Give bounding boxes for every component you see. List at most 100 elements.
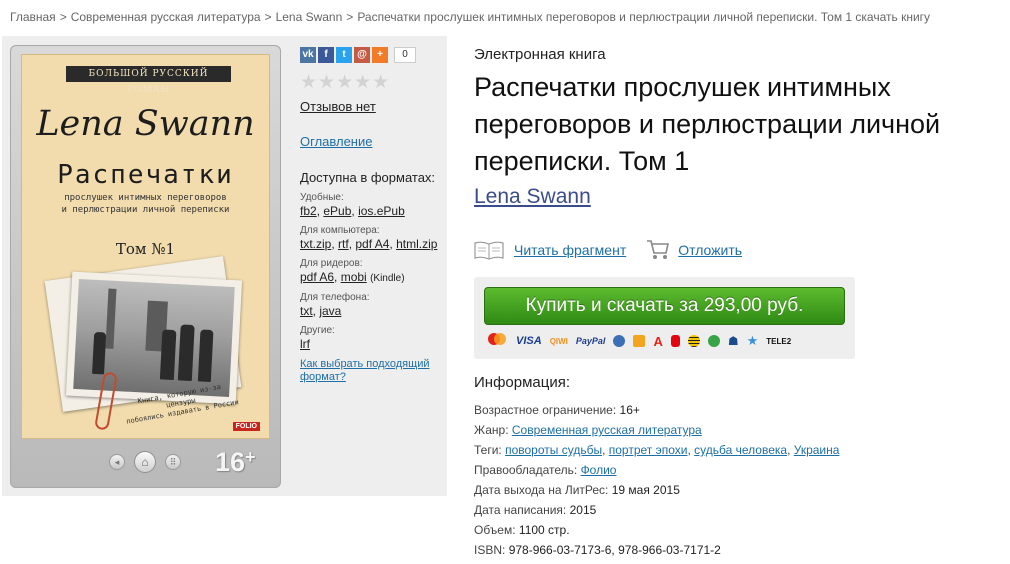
breadcrumb-current: Распечатки прослушек интимных переговоро… [357, 10, 931, 24]
format-group: Для компьютера: txt.zip, rtf, pdf A4, ht… [300, 225, 442, 252]
info-value: 16+ [619, 403, 640, 417]
format-link[interactable]: java [319, 304, 341, 318]
cover-title: Распечатки [57, 160, 234, 190]
book-actions: Читать фрагмент Отложить [474, 238, 742, 262]
book-type: Электронная книга [474, 46, 606, 63]
postpone-link[interactable]: Отложить [678, 242, 742, 258]
cover-volume: Том №1 [115, 240, 176, 258]
publisher-logo: FOLIO [232, 422, 260, 431]
info-rights: Правообладатель: Фолио [474, 460, 839, 480]
star-icon: ★ [746, 333, 759, 348]
format-group: Удобные: fb2, ePub, ios.ePub [300, 192, 442, 219]
toc-link[interactable]: Оглавление [300, 134, 372, 149]
info-volume: Объем: 1100 стр. [474, 520, 839, 540]
rights-holder-link[interactable]: Фолио [581, 463, 617, 477]
breadcrumb-genre[interactable]: Современная русская литература [71, 10, 261, 24]
mastercard-icon [486, 332, 508, 351]
format-link[interactable]: pdf A4 [355, 237, 389, 251]
format-link[interactable]: html.zip [396, 237, 437, 251]
format-link[interactable]: txt [300, 304, 313, 318]
info-label: ISBN: [474, 543, 506, 557]
sberbank-icon: ☗ [727, 334, 739, 348]
cart-icon[interactable] [646, 239, 670, 261]
read-fragment-link[interactable]: Читать фрагмент [514, 242, 626, 258]
info-genre: Жанр: Современная русская литература [474, 420, 839, 440]
breadcrumb-home[interactable]: Главная [10, 10, 56, 24]
breadcrumb-separator: > [346, 10, 354, 24]
genre-link[interactable]: Современная русская литература [512, 423, 702, 437]
tag-link[interactable]: Украина [794, 443, 840, 457]
format-link[interactable]: mobi [341, 270, 367, 284]
info-release: Дата выхода на ЛитРес: 19 мая 2015 [474, 480, 839, 500]
mts-icon [670, 335, 680, 347]
format-link[interactable]: ePub [323, 204, 351, 218]
cover-series: БОЛЬШОЙ РУССКИЙ РОМАН [66, 66, 231, 95]
info-isbn: ISBN: 978-966-03-7173-6, 978-966-03-7171… [474, 540, 839, 560]
format-link[interactable]: ios.ePub [358, 204, 405, 218]
cover-author: Lena Swann [36, 104, 255, 144]
alfa-bank-icon: A [653, 333, 663, 349]
format-group: Для телефона: txt, java [300, 292, 442, 319]
format-link[interactable]: txt.zip [300, 237, 331, 251]
photo-tower [105, 288, 117, 349]
info-value: 1100 стр. [518, 523, 570, 537]
format-group-label: Другие: [300, 325, 335, 336]
format-link[interactable]: lrf [300, 337, 310, 351]
age-rating-plus: + [245, 447, 256, 467]
megafon-icon [707, 335, 720, 347]
cover-subtitle: прослушек интимных переговоров и перлюст… [21, 192, 270, 216]
format-group: Для ридеров: pdf A6, mobi (Kindle) [300, 258, 442, 286]
book-cover[interactable]: БОЛЬШОЙ РУССКИЙ РОМАН Lena Swann Распеча… [21, 54, 270, 439]
age-rating-badge: 16+ [215, 447, 256, 478]
beeline-icon [687, 335, 700, 347]
info-written: Дата написания: 2015 [474, 500, 839, 520]
qiwi-icon: QIWI [549, 336, 568, 346]
format-link[interactable]: rtf [338, 237, 349, 251]
facebook-share-icon[interactable]: f [318, 47, 334, 63]
prev-icon[interactable]: ◂ [109, 454, 125, 470]
open-book-icon[interactable] [474, 240, 504, 260]
format-note: (Kindle) [370, 273, 405, 284]
vk-share-icon[interactable]: vk [300, 47, 316, 63]
format-link[interactable]: pdf A6 [300, 270, 334, 284]
tele2-icon: TELE2 [766, 336, 792, 346]
info-label: Объем: [474, 523, 516, 537]
email-share-icon[interactable]: @ [354, 47, 370, 63]
photo-figure [159, 329, 177, 381]
book-title: Распечатки прослушек интимных переговоро… [474, 72, 941, 176]
home-icon[interactable]: ⌂ [134, 451, 156, 473]
tag-link[interactable]: портрет эпохи [609, 443, 688, 457]
breadcrumb-separator: > [59, 10, 67, 24]
info-label: Дата написания: [474, 503, 567, 517]
buy-button[interactable]: Купить и скачать за 293,00 руб. [484, 287, 845, 325]
more-share-icon[interactable]: + [372, 47, 388, 63]
share-count: 0 [394, 47, 416, 63]
info-value: 2015 [569, 503, 597, 517]
format-group-label: Для телефона: [300, 292, 370, 303]
info-label: Жанр: [474, 423, 509, 437]
breadcrumb-author[interactable]: Lena Swann [276, 10, 343, 24]
info-label: Возрастное ограничение: [474, 403, 617, 417]
reviews-link[interactable]: Отзывов нет [300, 99, 376, 114]
cover-photo-image [73, 278, 235, 398]
choose-format-link[interactable]: Как выбрать подходящий формат? [300, 358, 442, 384]
share-bar: vk f t @ + 0 [300, 47, 416, 64]
formats-title: Доступна в форматах: [300, 170, 436, 185]
menu-icon[interactable]: ⠿ [165, 454, 181, 470]
book-info: Возрастное ограничение: 16+ Жанр: Соврем… [474, 400, 839, 560]
rating-stars[interactable]: ★★★★★ [300, 71, 390, 94]
tag-link[interactable]: судьба человека [694, 443, 787, 457]
webmoney-icon [613, 335, 626, 347]
info-value: 978-966-03-7173-6, 978-966-03-7171-2 [508, 543, 721, 557]
cover-subtitle-line: и перлюстрации личной переписки [61, 205, 230, 215]
format-group-label: Для ридеров: [300, 258, 363, 269]
format-link[interactable]: fb2 [300, 204, 317, 218]
yandex-money-icon [633, 335, 646, 347]
twitter-share-icon[interactable]: t [336, 47, 352, 63]
info-title: Информация: [474, 374, 571, 391]
formats-list: Доступна в форматах: Удобные: fb2, ePub,… [300, 170, 442, 384]
photo-figure [92, 331, 107, 375]
breadcrumb-separator: > [264, 10, 272, 24]
tag-link[interactable]: повороты судьбы [505, 443, 602, 457]
author-link[interactable]: Lena Swann [474, 185, 591, 209]
